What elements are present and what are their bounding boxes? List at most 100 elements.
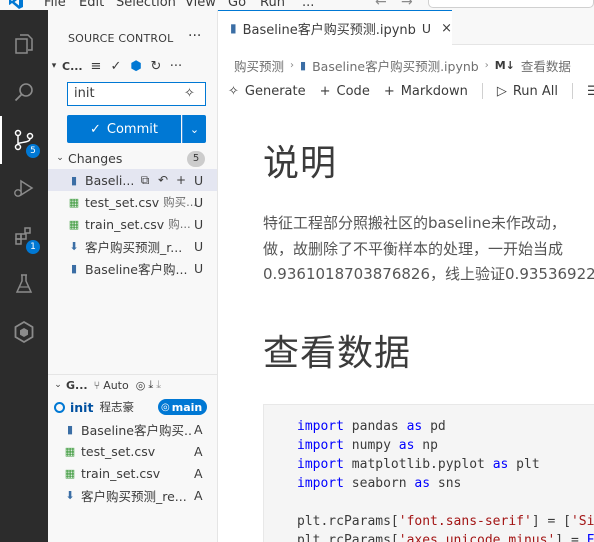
view-as-list-icon[interactable]: ≡ — [86, 56, 106, 76]
menu-go[interactable]: Go — [228, 0, 246, 10]
breadcrumb: 购买预测 › ▮ Baseline客户购买预测.ipynb › M↓ 查看数据 — [234, 56, 571, 75]
vscode-logo-icon — [8, 0, 24, 10]
graph-section-header[interactable]: ⌄ G... ⑂ Auto ◎ ⤓ ⤓ — [48, 374, 217, 396]
commit-check-icon[interactable]: ✓ — [106, 56, 126, 76]
change-file-dir: 购买... — [163, 195, 198, 209]
change-status: U — [194, 216, 204, 232]
menu-file[interactable]: File — [44, 0, 66, 10]
tab-status: U — [421, 20, 432, 36]
graph-file-item[interactable]: ▦ test_set.csv A — [48, 440, 217, 462]
tab-title: Baseline客户购买预测.ipynb — [242, 22, 416, 38]
chevron-down-icon: ⌄ — [54, 380, 62, 390]
code-editor[interactable]: import pandas as pd import numpy as np imp… — [297, 417, 594, 542]
generate-message-sparkle-icon[interactable]: ✧ — [184, 86, 195, 101]
fetch-icon[interactable]: ⤓ — [148, 378, 153, 392]
open-file-icon[interactable]: ⧉ — [137, 173, 153, 188]
menu-edit[interactable]: Edit — [79, 0, 104, 10]
branch-icon[interactable]: ⑂ — [94, 379, 101, 392]
back-arrow-icon[interactable]: ← — [375, 0, 387, 10]
activity-bar: 5 1 — [0, 10, 48, 542]
menu-more[interactable]: ... — [302, 0, 314, 10]
graph-file-item[interactable]: ▦ train_set.csv A — [48, 462, 217, 484]
graph-file-item[interactable]: ⬇ 客户购买预测_re... A — [48, 484, 217, 506]
sidebar-more-button[interactable]: ··· — [188, 28, 201, 44]
close-icon[interactable]: × — [441, 21, 452, 36]
change-status: U — [194, 238, 204, 254]
chevron-right-icon: › — [484, 60, 489, 71]
repository-section-header[interactable]: ▾ C... ≡ ✓ ⬢ ↻ ··· — [48, 55, 217, 77]
stage-changes-icon[interactable]: + — [173, 173, 189, 188]
graph-file-status: A — [194, 443, 203, 459]
explorer-icon[interactable] — [0, 20, 48, 68]
graph-file-name: 客户购买预测_re... — [81, 488, 187, 504]
code-line: plt.rcParams['font.sans-serif'] = ['Sim — [297, 514, 594, 529]
breadcrumb-file[interactable]: Baseline客户购买预测.ipynb — [312, 56, 479, 75]
menu-bar: File Edit Selection View Go Run ... ← → — [0, 0, 594, 10]
extension-hexagon-icon[interactable] — [0, 308, 48, 356]
graph-file-name: test_set.csv — [81, 443, 156, 459]
check-icon: ✓ — [90, 121, 101, 137]
branch-badge: ◎ main — [158, 399, 208, 415]
add-markdown-cell-button[interactable]: + Markdown — [384, 84, 468, 99]
graph-file-status: A — [194, 487, 203, 503]
breadcrumb-folder[interactable]: 购买预测 — [234, 56, 284, 75]
change-item[interactable]: ⬇ 客户购买预测_r... U — [48, 235, 217, 257]
graph-auto-label[interactable]: Auto — [103, 379, 129, 392]
tab-bar: ▮ Baseline客户购买预测.ipynb U × — [218, 10, 594, 45]
outline-list-icon[interactable]: ☰ — [587, 84, 594, 99]
commit-button-label: Commit — [106, 121, 158, 137]
target-icon[interactable]: ◎ — [136, 379, 146, 392]
commit-dropdown-button[interactable]: ⌄ — [182, 115, 206, 143]
extensions-badge: 1 — [26, 240, 40, 254]
search-icon[interactable] — [0, 68, 48, 116]
change-file-name: train_set.csv — [85, 216, 165, 232]
testing-flask-icon[interactable] — [0, 260, 48, 308]
chevron-down-icon: ▾ — [51, 61, 57, 71]
change-item[interactable]: ▮ Baseli... ⧉ ↶ + U — [48, 169, 217, 191]
notebook-file-icon: ▮ — [66, 422, 74, 436]
breadcrumb-section[interactable]: 查看数据 — [521, 56, 571, 75]
sidebar-title: SOURCE CONTROL — [68, 32, 174, 45]
extensions-icon[interactable]: 1 — [0, 212, 48, 260]
generate-button[interactable]: ✧ Generate — [228, 84, 306, 99]
graph-commit-item[interactable]: init 程志豪 ◎ main — [48, 396, 217, 418]
plus-icon: + — [319, 83, 331, 99]
markdown-paragraph-line: 做，故删除了不平衡样本的处理，一开始当成 — [263, 240, 564, 258]
pull-icon[interactable]: ⤓ — [156, 378, 161, 392]
change-item[interactable]: ▦ train_set.csv 购... U — [48, 213, 217, 235]
change-file-name: Baseline客户购... — [85, 261, 188, 277]
run-all-label: Run All — [512, 83, 559, 99]
forward-arrow-icon[interactable]: → — [401, 0, 413, 10]
tab-notebook[interactable]: ▮ Baseline客户购买预测.ipynb U × — [218, 10, 452, 45]
notebook-file-icon: ▮ — [300, 59, 307, 72]
add-code-cell-button[interactable]: + Code — [320, 84, 370, 99]
discard-changes-icon[interactable]: ↶ — [155, 173, 171, 188]
run-all-button[interactable]: ▷ Run All — [497, 84, 558, 99]
graph-file-item[interactable]: ▮ Baseline客户购买... A — [48, 418, 217, 440]
markdown-heading-view-data: 查看数据 — [263, 333, 412, 374]
run-all-icon: ▷ — [496, 83, 507, 99]
toolbar-divider — [572, 83, 574, 99]
chevron-right-icon: › — [290, 60, 295, 71]
source-control-icon[interactable]: 5 — [0, 116, 48, 164]
menu-view[interactable]: View — [185, 0, 216, 10]
changes-label: Changes — [68, 150, 123, 166]
menu-run[interactable]: Run — [260, 0, 285, 10]
menu-selection[interactable]: Selection — [116, 0, 176, 10]
change-status: U — [194, 172, 204, 188]
run-debug-icon[interactable] — [0, 164, 48, 212]
markdown-paragraph-line: 特征工程部分照搬社区的baseline未作改动， — [263, 214, 566, 232]
graph-commit-message: init — [70, 399, 94, 415]
more-actions-icon[interactable]: ··· — [166, 56, 186, 76]
change-item[interactable]: ▦ test_set.csv 购买... U — [48, 191, 217, 213]
refresh-icon[interactable]: ↻ — [146, 56, 166, 76]
change-item[interactable]: ▮ Baseline客户购... U — [48, 257, 217, 279]
code-line: import numpy as np — [297, 438, 438, 453]
copilot-hexagon-icon[interactable]: ⬢ — [126, 56, 146, 76]
changes-group-header[interactable]: ⌄ Changes 5 — [48, 147, 217, 169]
command-center[interactable] — [428, 0, 594, 8]
commit-button[interactable]: ✓ Commit — [67, 115, 181, 143]
chevron-down-icon: ⌄ — [189, 122, 200, 136]
code-cell[interactable]: import pandas as pd import numpy as np imp… — [263, 404, 594, 542]
